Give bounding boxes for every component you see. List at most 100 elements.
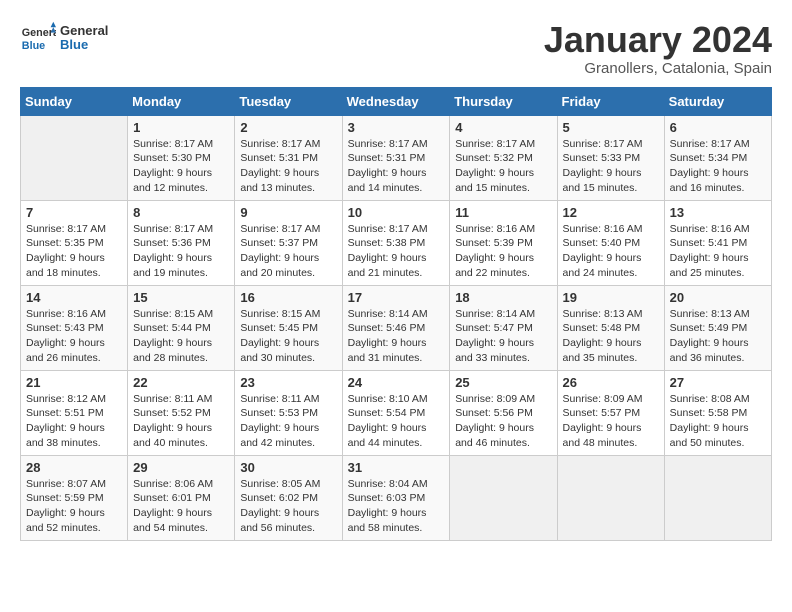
weekday-header-monday: Monday — [128, 87, 235, 115]
calendar-cell: 12 Sunrise: 8:16 AM Sunset: 5:40 PM Dayl… — [557, 200, 664, 285]
daylight-text: Daylight: 9 hours and 35 minutes. — [563, 337, 642, 364]
day-number: 19 — [563, 290, 659, 305]
calendar-cell: 31 Sunrise: 8:04 AM Sunset: 6:03 PM Dayl… — [342, 455, 450, 540]
calendar-cell: 17 Sunrise: 8:14 AM Sunset: 5:46 PM Dayl… — [342, 285, 450, 370]
day-detail: Sunrise: 8:10 AM Sunset: 5:54 PM Dayligh… — [348, 392, 445, 451]
sunrise-text: Sunrise: 8:13 AM — [670, 308, 750, 320]
calendar-cell: 25 Sunrise: 8:09 AM Sunset: 5:56 PM Dayl… — [450, 370, 557, 455]
sunrise-text: Sunrise: 8:15 AM — [133, 308, 213, 320]
day-number: 1 — [133, 120, 229, 135]
day-number: 30 — [240, 460, 336, 475]
calendar-cell: 1 Sunrise: 8:17 AM Sunset: 5:30 PM Dayli… — [128, 115, 235, 200]
day-detail: Sunrise: 8:09 AM Sunset: 5:56 PM Dayligh… — [455, 392, 551, 451]
sunset-text: Sunset: 5:57 PM — [563, 407, 641, 419]
calendar-cell — [557, 455, 664, 540]
day-number: 12 — [563, 205, 659, 220]
day-detail: Sunrise: 8:08 AM Sunset: 5:58 PM Dayligh… — [670, 392, 766, 451]
page-header: General Blue General Blue January 2024 G… — [20, 20, 772, 77]
day-number: 22 — [133, 375, 229, 390]
day-number: 29 — [133, 460, 229, 475]
day-detail: Sunrise: 8:09 AM Sunset: 5:57 PM Dayligh… — [563, 392, 659, 451]
calendar-cell: 7 Sunrise: 8:17 AM Sunset: 5:35 PM Dayli… — [21, 200, 128, 285]
logo-icon: General Blue — [20, 20, 56, 56]
sunset-text: Sunset: 5:54 PM — [348, 407, 426, 419]
sunset-text: Sunset: 5:31 PM — [348, 152, 426, 164]
day-detail: Sunrise: 8:17 AM Sunset: 5:30 PM Dayligh… — [133, 137, 229, 196]
sunset-text: Sunset: 5:44 PM — [133, 322, 211, 334]
calendar-cell — [450, 455, 557, 540]
title-block: January 2024 Granollers, Catalonia, Spai… — [544, 20, 772, 77]
calendar-cell: 21 Sunrise: 8:12 AM Sunset: 5:51 PM Dayl… — [21, 370, 128, 455]
weekday-header-tuesday: Tuesday — [235, 87, 342, 115]
daylight-text: Daylight: 9 hours and 44 minutes. — [348, 422, 427, 449]
day-detail: Sunrise: 8:04 AM Sunset: 6:03 PM Dayligh… — [348, 477, 445, 536]
sunrise-text: Sunrise: 8:08 AM — [670, 393, 750, 405]
sunrise-text: Sunrise: 8:11 AM — [133, 393, 212, 405]
sunrise-text: Sunrise: 8:15 AM — [240, 308, 320, 320]
daylight-text: Daylight: 9 hours and 46 minutes. — [455, 422, 534, 449]
sunset-text: Sunset: 5:46 PM — [348, 322, 426, 334]
calendar-cell: 9 Sunrise: 8:17 AM Sunset: 5:37 PM Dayli… — [235, 200, 342, 285]
day-number: 28 — [26, 460, 122, 475]
sunrise-text: Sunrise: 8:17 AM — [348, 223, 428, 235]
sunrise-text: Sunrise: 8:05 AM — [240, 478, 320, 490]
day-detail: Sunrise: 8:16 AM Sunset: 5:40 PM Dayligh… — [563, 222, 659, 281]
daylight-text: Daylight: 9 hours and 20 minutes. — [240, 252, 319, 279]
day-number: 31 — [348, 460, 445, 475]
day-number: 8 — [133, 205, 229, 220]
sunrise-text: Sunrise: 8:14 AM — [348, 308, 428, 320]
daylight-text: Daylight: 9 hours and 40 minutes. — [133, 422, 212, 449]
day-number: 10 — [348, 205, 445, 220]
calendar-cell: 22 Sunrise: 8:11 AM Sunset: 5:52 PM Dayl… — [128, 370, 235, 455]
day-number: 27 — [670, 375, 766, 390]
sunrise-text: Sunrise: 8:04 AM — [348, 478, 428, 490]
weekday-header-wednesday: Wednesday — [342, 87, 450, 115]
sunrise-text: Sunrise: 8:06 AM — [133, 478, 213, 490]
calendar-cell: 18 Sunrise: 8:14 AM Sunset: 5:47 PM Dayl… — [450, 285, 557, 370]
calendar-week-5: 28 Sunrise: 8:07 AM Sunset: 5:59 PM Dayl… — [21, 455, 772, 540]
sunset-text: Sunset: 5:45 PM — [240, 322, 318, 334]
sunset-text: Sunset: 6:02 PM — [240, 492, 318, 504]
sunrise-text: Sunrise: 8:17 AM — [670, 138, 750, 150]
sunrise-text: Sunrise: 8:17 AM — [240, 138, 320, 150]
calendar-cell: 2 Sunrise: 8:17 AM Sunset: 5:31 PM Dayli… — [235, 115, 342, 200]
daylight-text: Daylight: 9 hours and 48 minutes. — [563, 422, 642, 449]
logo: General Blue General Blue — [20, 20, 108, 56]
calendar-cell: 24 Sunrise: 8:10 AM Sunset: 5:54 PM Dayl… — [342, 370, 450, 455]
calendar-cell: 6 Sunrise: 8:17 AM Sunset: 5:34 PM Dayli… — [664, 115, 771, 200]
day-detail: Sunrise: 8:17 AM Sunset: 5:35 PM Dayligh… — [26, 222, 122, 281]
day-number: 5 — [563, 120, 659, 135]
daylight-text: Daylight: 9 hours and 50 minutes. — [670, 422, 749, 449]
calendar-cell: 15 Sunrise: 8:15 AM Sunset: 5:44 PM Dayl… — [128, 285, 235, 370]
logo-blue-text: Blue — [60, 38, 108, 52]
sunrise-text: Sunrise: 8:11 AM — [240, 393, 319, 405]
sunrise-text: Sunrise: 8:17 AM — [455, 138, 535, 150]
daylight-text: Daylight: 9 hours and 15 minutes. — [563, 167, 642, 194]
day-number: 20 — [670, 290, 766, 305]
day-number: 25 — [455, 375, 551, 390]
day-detail: Sunrise: 8:14 AM Sunset: 5:47 PM Dayligh… — [455, 307, 551, 366]
daylight-text: Daylight: 9 hours and 22 minutes. — [455, 252, 534, 279]
daylight-text: Daylight: 9 hours and 24 minutes. — [563, 252, 642, 279]
daylight-text: Daylight: 9 hours and 28 minutes. — [133, 337, 212, 364]
day-detail: Sunrise: 8:17 AM Sunset: 5:31 PM Dayligh… — [240, 137, 336, 196]
day-number: 17 — [348, 290, 445, 305]
calendar-cell: 20 Sunrise: 8:13 AM Sunset: 5:49 PM Dayl… — [664, 285, 771, 370]
sunrise-text: Sunrise: 8:14 AM — [455, 308, 535, 320]
sunset-text: Sunset: 5:56 PM — [455, 407, 533, 419]
sunrise-text: Sunrise: 8:17 AM — [348, 138, 428, 150]
calendar-week-1: 1 Sunrise: 8:17 AM Sunset: 5:30 PM Dayli… — [21, 115, 772, 200]
sunrise-text: Sunrise: 8:13 AM — [563, 308, 643, 320]
daylight-text: Daylight: 9 hours and 25 minutes. — [670, 252, 749, 279]
sunset-text: Sunset: 5:41 PM — [670, 237, 748, 249]
sunrise-text: Sunrise: 8:16 AM — [563, 223, 643, 235]
daylight-text: Daylight: 9 hours and 33 minutes. — [455, 337, 534, 364]
day-number: 16 — [240, 290, 336, 305]
day-detail: Sunrise: 8:13 AM Sunset: 5:49 PM Dayligh… — [670, 307, 766, 366]
sunset-text: Sunset: 5:39 PM — [455, 237, 533, 249]
day-detail: Sunrise: 8:16 AM Sunset: 5:43 PM Dayligh… — [26, 307, 122, 366]
sunrise-text: Sunrise: 8:16 AM — [455, 223, 535, 235]
daylight-text: Daylight: 9 hours and 12 minutes. — [133, 167, 212, 194]
svg-text:General: General — [22, 27, 56, 39]
calendar-cell — [664, 455, 771, 540]
